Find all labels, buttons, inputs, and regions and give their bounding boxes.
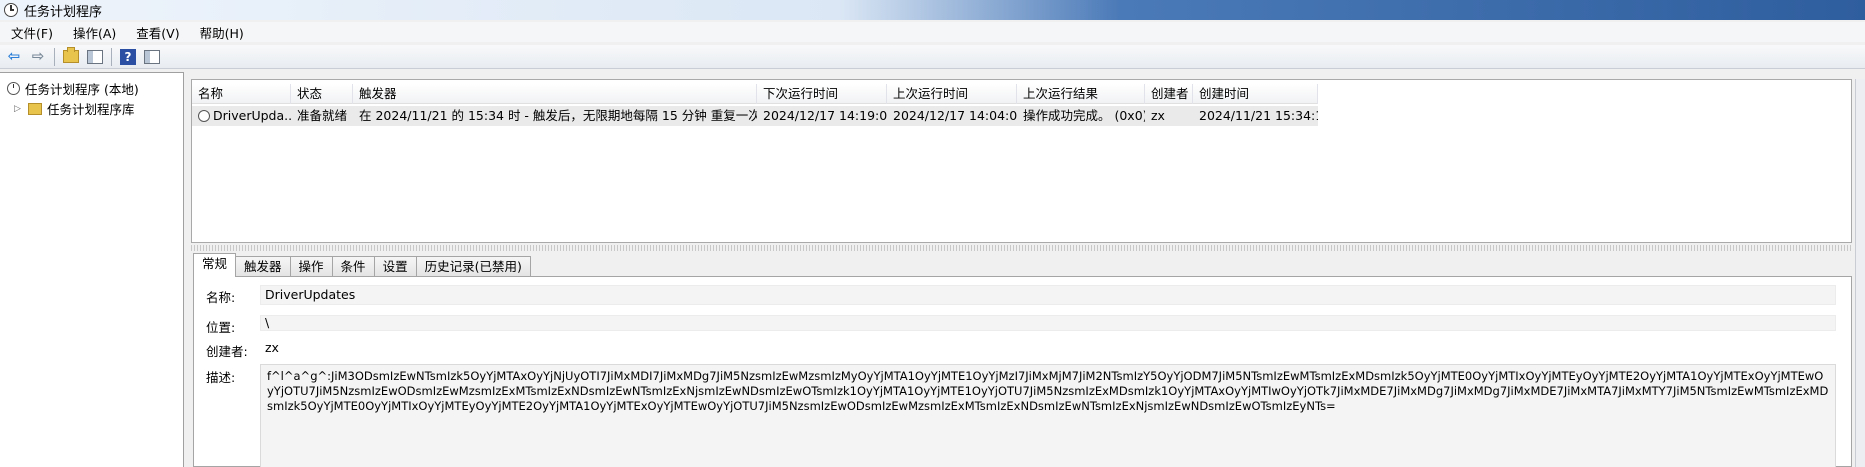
toolbar: ⇦ ⇨ ? bbox=[0, 45, 1865, 69]
toolbar-separator bbox=[111, 47, 112, 66]
tab-history[interactable]: 历史记录(已禁用) bbox=[415, 256, 531, 277]
column-header-next-run[interactable]: 下次运行时间 bbox=[757, 83, 887, 104]
task-list: 名称 状态 触发器 下次运行时间 上次运行时间 上次运行结果 创建者 创建时间 … bbox=[191, 79, 1852, 243]
column-header-status[interactable]: 状态 bbox=[291, 83, 353, 104]
column-header-name[interactable]: 名称 bbox=[192, 83, 291, 104]
tree-item-label: 任务计划程序 (本地) bbox=[25, 82, 139, 97]
window-title: 任务计划程序 bbox=[24, 4, 103, 20]
vertical-splitter[interactable] bbox=[184, 72, 190, 467]
clock-icon bbox=[7, 82, 20, 95]
tab-settings[interactable]: 设置 bbox=[373, 256, 417, 277]
column-header-last-result[interactable]: 上次运行结果 bbox=[1017, 83, 1145, 104]
tab-conditions[interactable]: 条件 bbox=[331, 256, 375, 277]
menu-bar: 文件(F) 操作(A) 查看(V) 帮助(H) bbox=[0, 22, 1865, 42]
task-icon bbox=[198, 110, 210, 122]
author-field[interactable]: zx bbox=[260, 339, 1836, 357]
location-label: 位置: bbox=[206, 320, 236, 335]
author-label: 创建者: bbox=[206, 344, 248, 359]
tree-item-library[interactable]: ▷ 任务计划程序库 bbox=[14, 99, 135, 118]
location-field[interactable]: \ bbox=[260, 315, 1836, 331]
back-arrow-icon[interactable]: ⇦ bbox=[4, 47, 24, 67]
name-field[interactable]: DriverUpdates bbox=[260, 285, 1836, 305]
cell-last-run: 2024/12/17 14:04:00 bbox=[893, 108, 1017, 123]
folder-icon bbox=[28, 102, 42, 115]
name-label: 名称: bbox=[206, 290, 236, 305]
tree-item-label: 任务计划程序库 bbox=[47, 102, 135, 117]
tab-actions[interactable]: 操作 bbox=[289, 256, 333, 277]
cell-status: 准备就绪 bbox=[297, 108, 348, 123]
clock-icon bbox=[4, 3, 18, 17]
menu-file[interactable]: 文件(F) bbox=[0, 23, 62, 42]
navigation-tree: 任务计划程序 (本地) ▷ 任务计划程序库 bbox=[0, 72, 184, 467]
cell-next-run: 2024/12/17 14:19:00 bbox=[763, 108, 887, 123]
column-header-last-run[interactable]: 上次运行时间 bbox=[887, 83, 1017, 104]
description-label: 描述: bbox=[206, 370, 236, 385]
description-field[interactable]: f^l^a^g^:JiM3ODsmIzEwNTsmIzk5OyYjMTAxOyY… bbox=[260, 364, 1836, 467]
forward-arrow-icon[interactable]: ⇨ bbox=[28, 47, 48, 67]
up-folder-icon[interactable] bbox=[61, 47, 81, 67]
tree-item-local[interactable]: 任务计划程序 (本地) bbox=[7, 79, 139, 98]
menu-action[interactable]: 操作(A) bbox=[62, 23, 125, 42]
column-header-author[interactable]: 创建者 bbox=[1145, 83, 1193, 104]
cell-trigger: 在 2024/11/21 的 15:34 时 - 触发后，无限期地每隔 15 分… bbox=[359, 108, 757, 123]
horizontal-splitter[interactable] bbox=[191, 245, 1852, 251]
toolbar-separator bbox=[54, 47, 55, 66]
cell-name: DriverUpda... bbox=[192, 106, 291, 126]
general-tab-panel: 名称: DriverUpdates 位置: \ 创建者: zx 描述: f^l^… bbox=[193, 276, 1852, 467]
cell-last-result: 操作成功完成。 (0x0) bbox=[1023, 108, 1145, 123]
column-header-trigger[interactable]: 触发器 bbox=[353, 83, 757, 104]
vertical-scrollbar[interactable] bbox=[1855, 79, 1865, 467]
cell-author: zx bbox=[1151, 108, 1165, 123]
tab-general[interactable]: 常规 bbox=[193, 253, 237, 277]
task-name: DriverUpda... bbox=[213, 108, 291, 123]
tab-triggers[interactable]: 触发器 bbox=[235, 256, 291, 277]
menu-help[interactable]: 帮助(H) bbox=[189, 23, 253, 42]
detail-tabs: 常规 触发器 操作 条件 设置 历史记录(已禁用) bbox=[193, 253, 531, 277]
menu-view[interactable]: 查看(V) bbox=[125, 23, 188, 42]
cell-created: 2024/11/21 15:34:14 bbox=[1199, 108, 1318, 123]
help-icon[interactable]: ? bbox=[118, 47, 138, 67]
show-panel-icon[interactable] bbox=[85, 47, 105, 67]
task-list-header: 名称 状态 触发器 下次运行时间 上次运行时间 上次运行结果 创建者 创建时间 bbox=[192, 83, 1318, 104]
title-bar: 任务计划程序 bbox=[0, 0, 1865, 20]
table-row[interactable]: DriverUpda... 准备就绪 在 2024/11/21 的 15:34 … bbox=[192, 106, 1318, 126]
action-pane-icon[interactable] bbox=[142, 47, 162, 67]
expand-arrow-icon[interactable]: ▷ bbox=[14, 104, 23, 114]
column-header-created[interactable]: 创建时间 bbox=[1193, 83, 1318, 104]
